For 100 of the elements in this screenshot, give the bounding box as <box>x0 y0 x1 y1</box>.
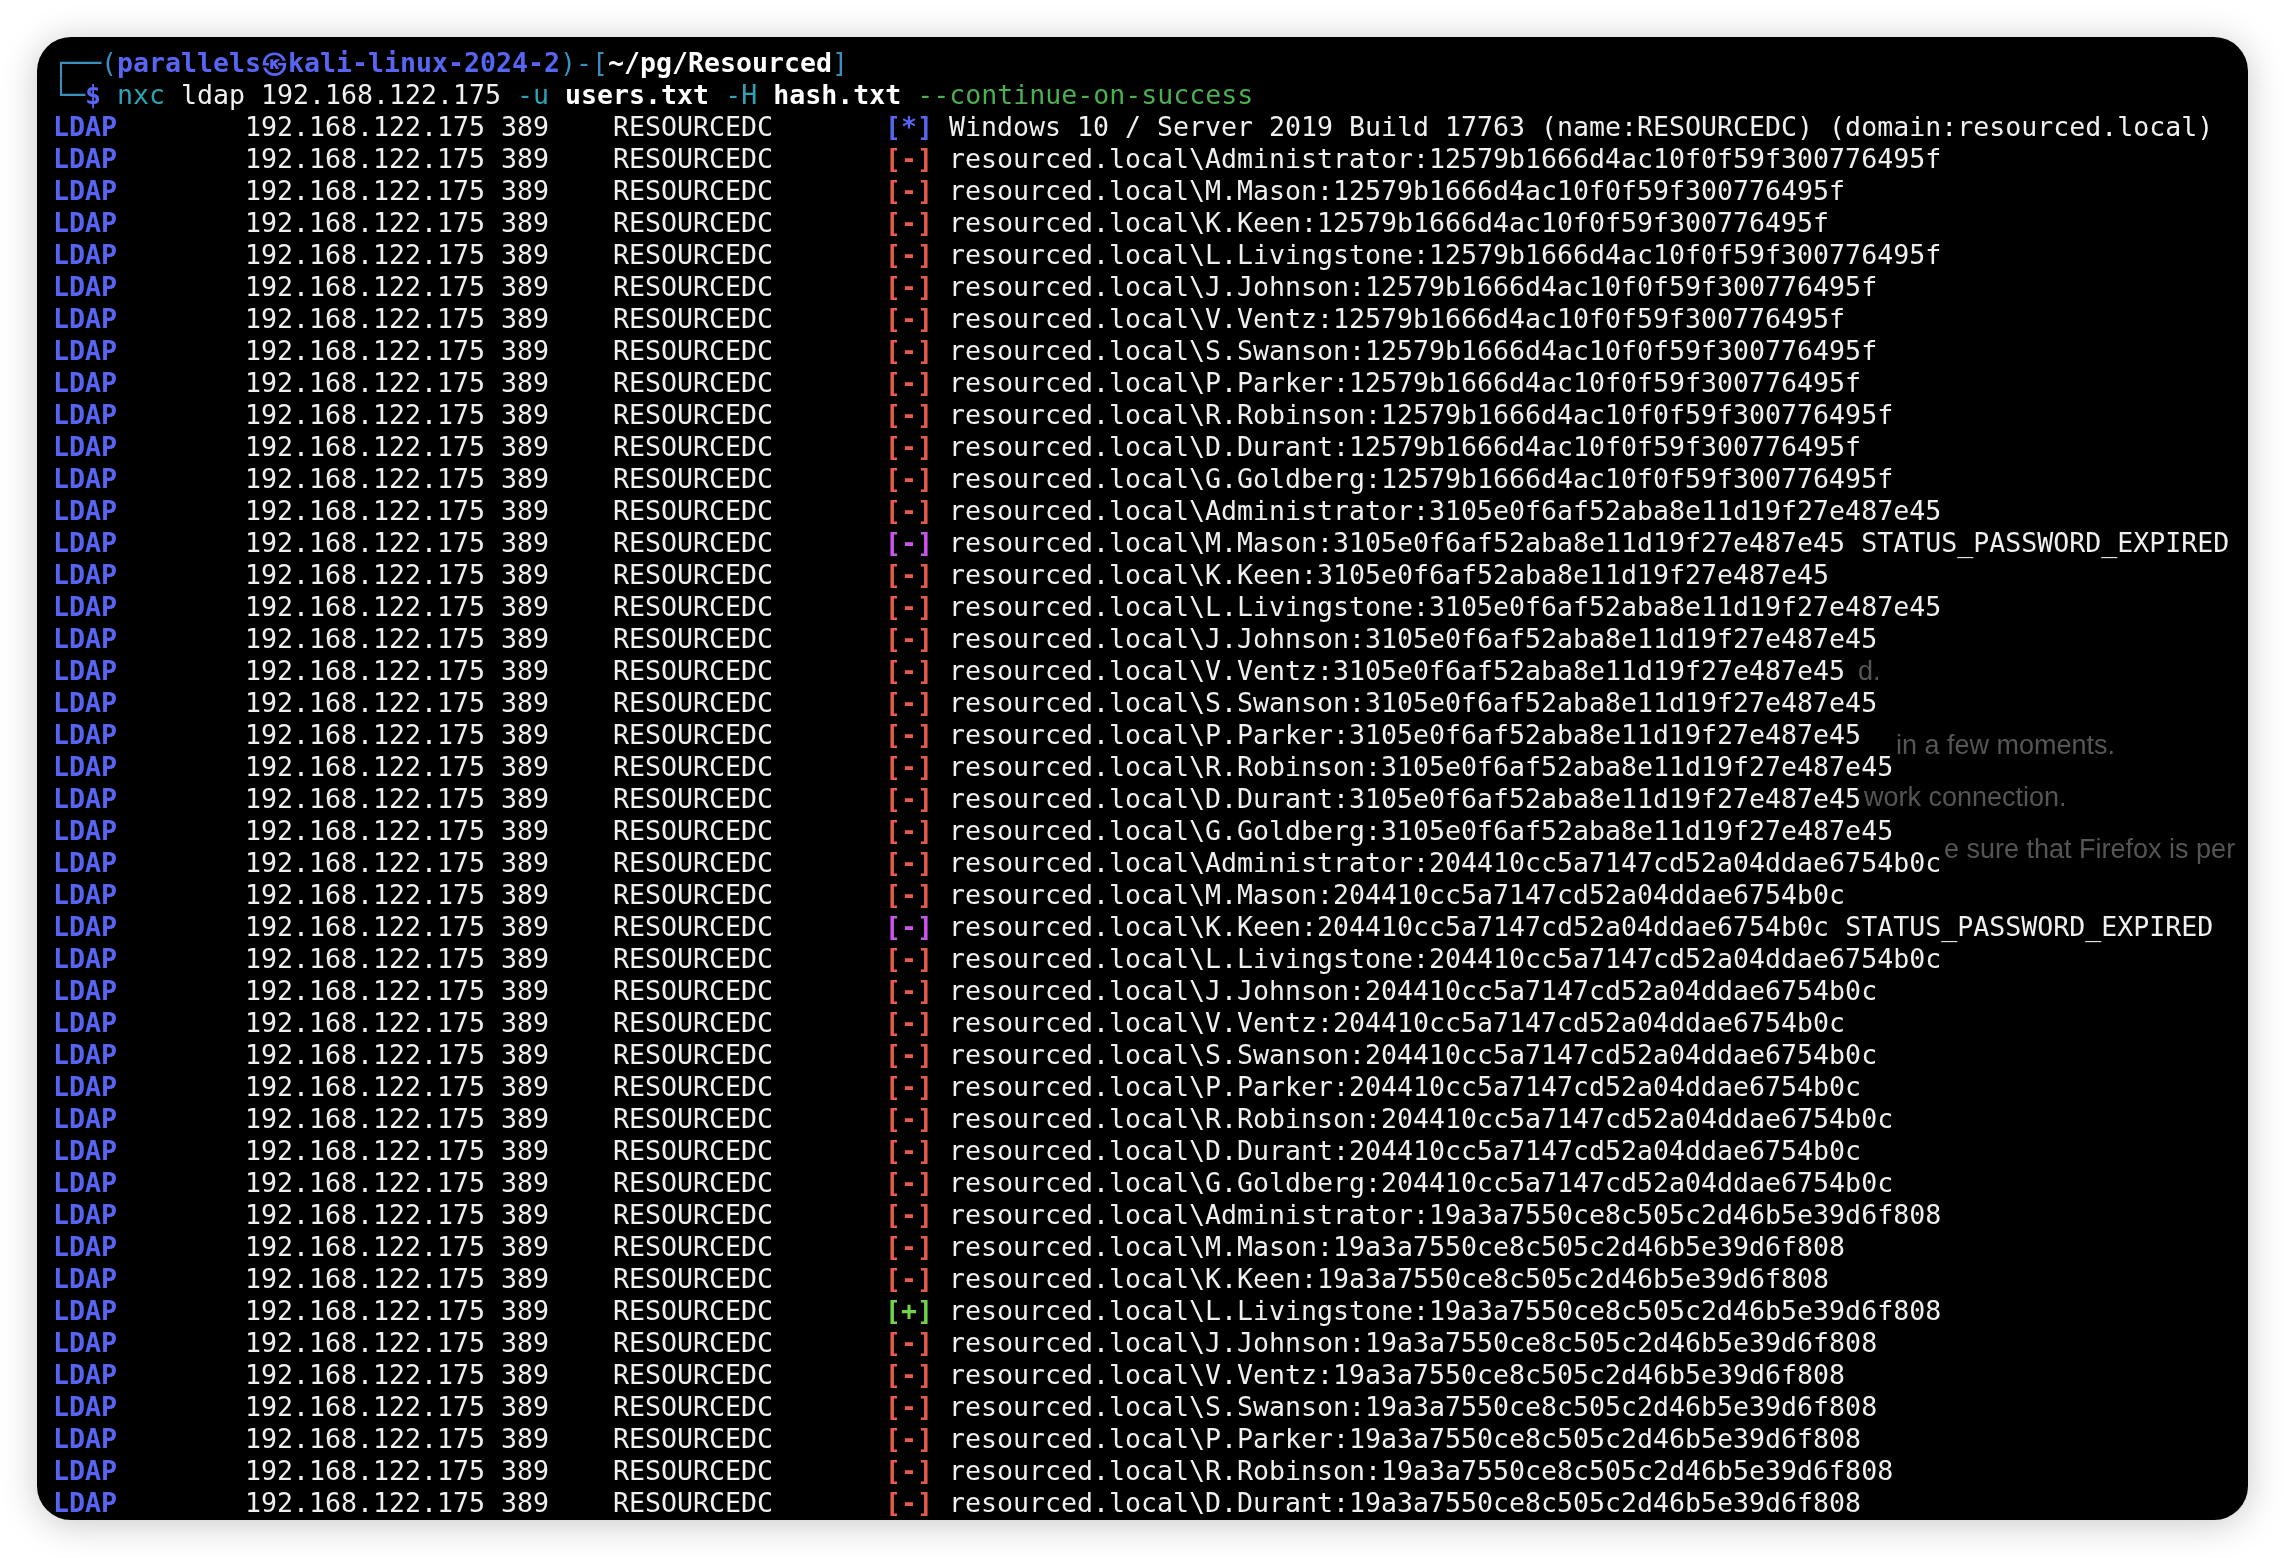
status-marker: [-] <box>885 1487 934 1519</box>
protocol-label: LDAP <box>53 1135 117 1167</box>
prompt-symbol: $ <box>85 79 102 111</box>
hostname: RESOURCEDC <box>613 1167 774 1199</box>
status-marker: [-] <box>885 911 934 943</box>
status-marker: [-] <box>885 1391 934 1423</box>
status-marker: [-] <box>885 175 934 207</box>
host-address: 192.168.122.175 <box>245 943 486 975</box>
hostname: RESOURCEDC <box>613 1295 774 1327</box>
hostname: RESOURCEDC <box>613 1231 774 1263</box>
log-message: resourced.local\D.Durant:19a3a7550ce8c505c2d46b5e39d6f808 <box>949 1487 1862 1519</box>
status-marker: [-] <box>885 1359 934 1391</box>
port-number: 389 <box>501 559 550 591</box>
host-address: 192.168.122.175 <box>245 431 486 463</box>
port-number: 389 <box>501 1295 550 1327</box>
protocol-label: LDAP <box>53 1231 117 1263</box>
port-number: 389 <box>501 911 550 943</box>
protocol-label: LDAP <box>53 1487 117 1519</box>
prompt-decoration: └─ <box>53 79 85 111</box>
protocol-label: LDAP <box>53 687 117 719</box>
log-message: resourced.local\D.Durant:204410cc5a7147cd52a04ddae6754b0c <box>949 1135 1862 1167</box>
port-number: 389 <box>501 879 550 911</box>
protocol-label: LDAP <box>53 1423 117 1455</box>
hostname: RESOURCEDC <box>613 559 774 591</box>
protocol-label: LDAP <box>53 1103 117 1135</box>
status-marker: [-] <box>885 1199 934 1231</box>
status-marker: [-] <box>885 847 934 879</box>
log-message: resourced.local\L.Livingstone:12579b1666d4ac10f0f59f300776495f <box>949 239 1942 271</box>
status-marker: [-] <box>885 591 934 623</box>
log-message: resourced.local\S.Swanson:19a3a7550ce8c505c2d46b5e39d6f808 <box>949 1391 1878 1423</box>
prompt-decoration: )-[ <box>560 47 609 79</box>
protocol-label: LDAP <box>53 623 117 655</box>
protocol-label: LDAP <box>53 751 117 783</box>
hostname: RESOURCEDC <box>613 399 774 431</box>
protocol-label: LDAP <box>53 911 117 943</box>
protocol-label: LDAP <box>53 463 117 495</box>
status-marker: [-] <box>885 783 934 815</box>
host-address: 192.168.122.175 <box>245 1295 486 1327</box>
status-marker: [-] <box>885 1263 934 1295</box>
port-number: 389 <box>501 943 550 975</box>
hostname: RESOURCEDC <box>613 207 774 239</box>
log-message: resourced.local\V.Ventz:3105e0f6af52aba8e11d19f27e487e45 <box>949 655 1846 687</box>
protocol-label: LDAP <box>53 239 117 271</box>
port-number: 389 <box>501 175 550 207</box>
status-marker: [-] <box>885 303 934 335</box>
port-number: 389 <box>501 1007 550 1039</box>
hostname: RESOURCEDC <box>613 911 774 943</box>
host-address: 192.168.122.175 <box>245 463 486 495</box>
status-marker: [-] <box>885 1135 934 1167</box>
hostname: RESOURCEDC <box>613 1487 774 1519</box>
port-number: 389 <box>501 975 550 1007</box>
status-marker: [-] <box>885 1167 934 1199</box>
port-number: 389 <box>501 815 550 847</box>
background-page-text: e sure that Firefox is per <box>1944 835 2236 863</box>
port-number: 389 <box>501 591 550 623</box>
hostname: RESOURCEDC <box>613 815 774 847</box>
status-marker: [-] <box>885 687 934 719</box>
log-message: resourced.local\K.Keen:204410cc5a7147cd52a04ddae6754b0c <box>949 911 1830 943</box>
port-number: 389 <box>501 431 550 463</box>
log-message: resourced.local\J.Johnson:12579b1666d4ac10f0f59f300776495f <box>949 271 1878 303</box>
log-message: resourced.local\M.Mason:3105e0f6af52aba8e11d19f27e487e45 <box>949 527 1846 559</box>
status-marker: [-] <box>885 239 934 271</box>
option-name: -H <box>725 79 758 111</box>
log-message: resourced.local\K.Keen:19a3a7550ce8c505c2d46b5e39d6f808 <box>949 1263 1830 1295</box>
port-number: 389 <box>501 751 550 783</box>
port-number: 389 <box>501 623 550 655</box>
status-marker: [-] <box>885 207 934 239</box>
protocol-label: LDAP <box>53 1391 117 1423</box>
protocol-label: LDAP <box>53 271 117 303</box>
log-message: Windows 10 / Server 2019 Build 17763 (name:RESOURCEDC) (domain:resourced.local) <box>949 111 2214 143</box>
protocol-label: LDAP <box>53 335 117 367</box>
port-number: 389 <box>501 1455 550 1487</box>
status-marker: [-] <box>885 495 934 527</box>
protocol-label: LDAP <box>53 591 117 623</box>
protocol-label: LDAP <box>53 1071 117 1103</box>
log-message: resourced.local\S.Swanson:204410cc5a7147cd52a04ddae6754b0c <box>949 1039 1878 1071</box>
log-message: resourced.local\R.Robinson:12579b1666d4ac10f0f59f300776495f <box>949 399 1894 431</box>
log-message: resourced.local\V.Ventz:19a3a7550ce8c505c2d46b5e39d6f808 <box>949 1359 1846 1391</box>
hostname: RESOURCEDC <box>613 1455 774 1487</box>
log-message: resourced.local\G.Goldberg:12579b1666d4ac10f0f59f300776495f <box>949 463 1894 495</box>
host-address: 192.168.122.175 <box>245 655 486 687</box>
host-address: 192.168.122.175 <box>245 303 486 335</box>
status-marker: [-] <box>885 943 934 975</box>
host-address: 192.168.122.175 <box>245 399 486 431</box>
port-number: 389 <box>501 1359 550 1391</box>
port-number: 389 <box>501 847 550 879</box>
host-address: 192.168.122.175 <box>245 815 486 847</box>
log-message: resourced.local\L.Livingstone:204410cc5a7147cd52a04ddae6754b0c <box>949 943 1942 975</box>
hostname: RESOURCEDC <box>613 1391 774 1423</box>
status-marker: [-] <box>885 1007 934 1039</box>
port-number: 389 <box>501 1039 550 1071</box>
protocol-label: LDAP <box>53 495 117 527</box>
host-address: 192.168.122.175 <box>245 879 486 911</box>
host-address: 192.168.122.175 <box>245 271 486 303</box>
status-marker: [-] <box>885 719 934 751</box>
port-number: 389 <box>501 207 550 239</box>
protocol-label: LDAP <box>53 815 117 847</box>
status-marker: [*] <box>885 111 934 143</box>
option-name: -u <box>517 79 550 111</box>
host-address: 192.168.122.175 <box>245 1263 486 1295</box>
